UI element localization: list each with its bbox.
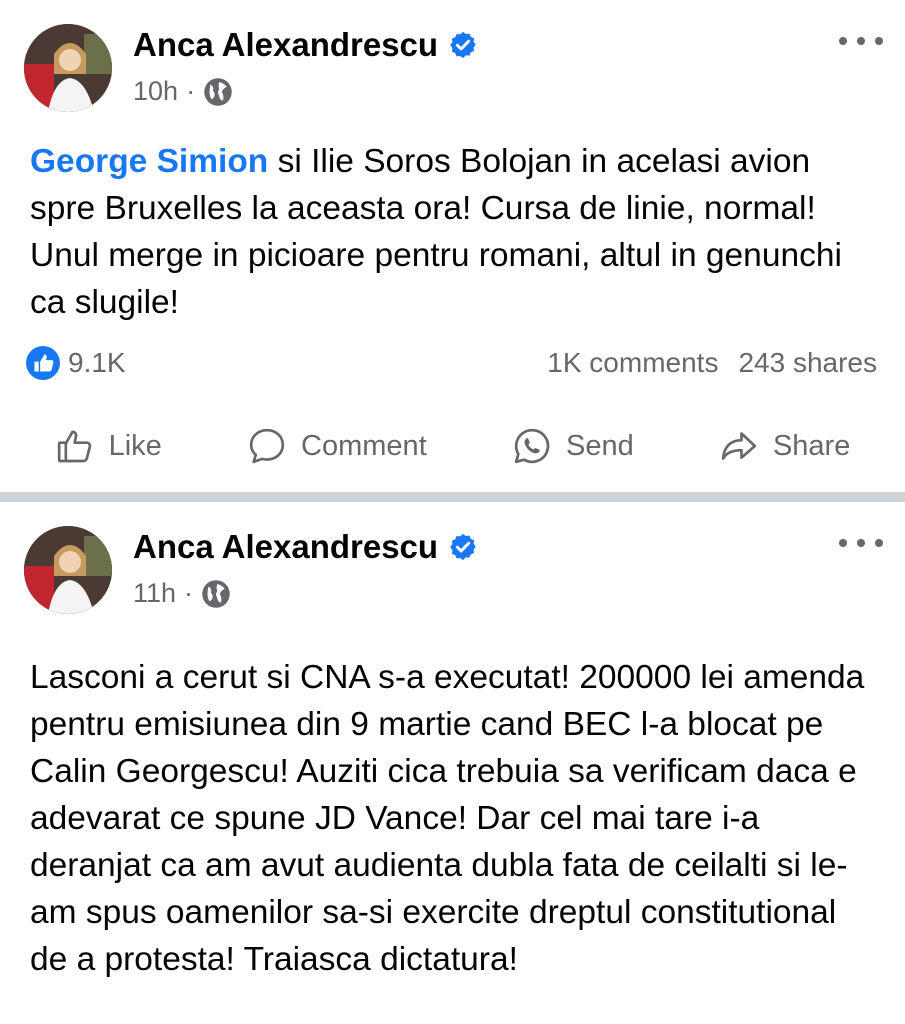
author-name-text[interactable]: Anca Alexandrescu xyxy=(133,26,438,64)
send-label: Send xyxy=(565,429,634,462)
more-options-button[interactable] xyxy=(839,26,883,56)
post-meta: 10h · xyxy=(133,76,233,107)
author-name[interactable]: Anca Alexandrescu xyxy=(133,528,478,566)
dot-icon xyxy=(875,37,883,45)
reaction-count[interactable]: 9.1K xyxy=(68,347,126,379)
avatar[interactable] xyxy=(24,24,112,112)
verified-badge-icon xyxy=(450,533,476,561)
meta-separator: · xyxy=(184,578,194,608)
dot-icon xyxy=(857,539,865,547)
dot-icon xyxy=(857,37,865,45)
post-time[interactable]: 10h xyxy=(133,76,178,107)
verified-badge-icon xyxy=(450,31,476,59)
dot-icon xyxy=(875,539,883,547)
like-reaction-icon[interactable] xyxy=(26,346,60,380)
post-meta: 11h · xyxy=(133,578,231,609)
share-arrow-icon xyxy=(721,432,757,460)
dot-icon xyxy=(839,37,847,45)
more-options-button[interactable] xyxy=(839,528,883,558)
post-card: Anca Alexandrescu 11h · Lasconi a cerut … xyxy=(0,502,905,1024)
thumbs-up-icon xyxy=(57,430,91,463)
avatar[interactable] xyxy=(24,526,112,614)
dot-icon xyxy=(839,539,847,547)
comment-button[interactable]: Comment xyxy=(247,426,427,466)
whatsapp-icon xyxy=(514,428,550,464)
comments-count[interactable]: 1K comments xyxy=(547,347,718,379)
globe-icon xyxy=(204,77,232,106)
send-button[interactable]: Send xyxy=(512,426,634,466)
comment-bubble-icon xyxy=(249,428,285,464)
meta-separator: · xyxy=(186,76,196,106)
author-name[interactable]: Anca Alexandrescu xyxy=(133,26,478,64)
like-label: Like xyxy=(108,429,162,462)
mention-link[interactable]: George Simion xyxy=(30,143,268,180)
post-text: Lasconi a cerut si CNA s-a executat! 200… xyxy=(30,659,865,978)
action-bar: Like Comment Send Share xyxy=(0,420,905,472)
post-text: George Simion si Ilie Soros Bolojan in a… xyxy=(30,138,879,326)
post-time[interactable]: 11h xyxy=(133,578,176,609)
post-divider xyxy=(0,492,905,502)
post-card: Anca Alexandrescu 10h · George Simion si… xyxy=(0,0,905,492)
share-button[interactable]: Share xyxy=(719,426,850,466)
share-label: Share xyxy=(772,429,851,462)
comment-label: Comment xyxy=(301,429,427,462)
like-button[interactable]: Like xyxy=(55,426,162,466)
shares-count[interactable]: 243 shares xyxy=(738,347,877,379)
engagement-stats: 9.1K 1K comments 243 shares xyxy=(26,343,877,383)
author-name-text[interactable]: Anca Alexandrescu xyxy=(133,528,438,566)
globe-icon xyxy=(202,579,230,608)
